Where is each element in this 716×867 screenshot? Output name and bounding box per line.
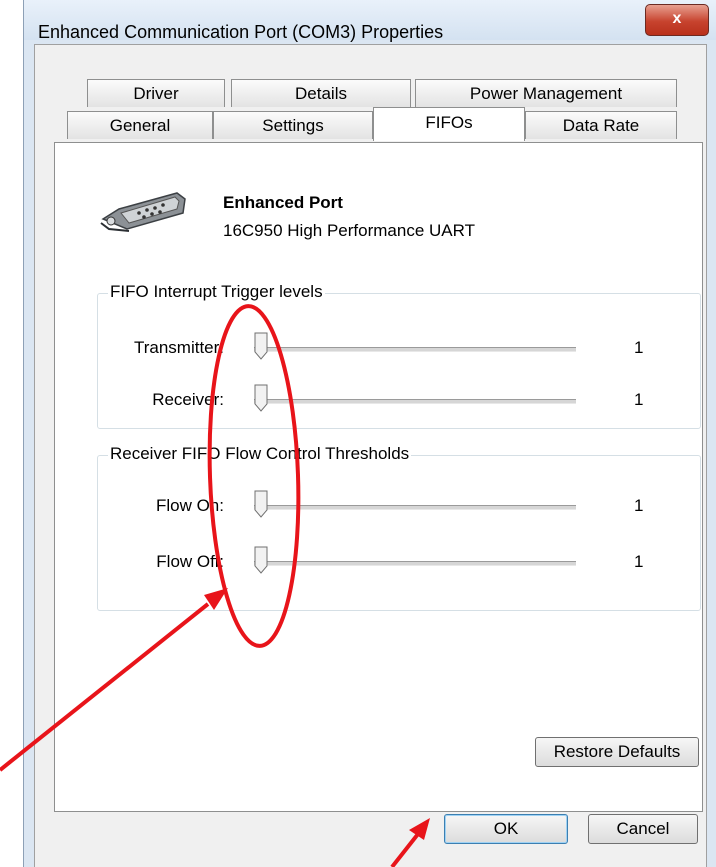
port-name: Enhanced Port [223, 193, 343, 212]
serial-port-icon [100, 192, 186, 232]
flow-on-value: 1 [634, 496, 644, 515]
flow-on-label: Flow On: [155, 496, 224, 515]
fifo-trigger-levels-group: FIFO Interrupt Trigger levels Transmitte… [97, 282, 702, 429]
receiver-row: Receiver: 1 [98, 380, 702, 420]
window-title: Enhanced Communication Port (COM3) Prope… [38, 22, 444, 42]
tab-fifos[interactable]: FIFOs [373, 107, 525, 141]
flow-off-value: 1 [634, 552, 644, 571]
flow-off-row: Flow Off: 1 [98, 542, 702, 582]
fifos-tab-panel: Enhanced Port 16C950 High Performance UA… [54, 142, 703, 812]
tab-details[interactable]: Details [231, 79, 411, 107]
ok-button[interactable]: OK [444, 814, 568, 844]
tab-settings[interactable]: Settings [213, 111, 373, 139]
cancel-button[interactable]: Cancel [588, 814, 698, 844]
transmitter-value: 1 [634, 338, 644, 357]
receiver-value: 1 [634, 390, 644, 409]
title-bar[interactable]: Enhanced Communication Port (COM3) Prope… [24, 0, 716, 42]
receiver-track[interactable] [254, 399, 576, 404]
group-title: FIFO Interrupt Trigger levels [108, 282, 325, 302]
flow-on-slider-thumb[interactable] [254, 490, 268, 518]
receiver-label: Receiver: [152, 390, 224, 409]
transmitter-label: Transmitter: [133, 338, 224, 357]
properties-dialog: Enhanced Communication Port (COM3) Prope… [23, 0, 716, 867]
flow-on-track[interactable] [254, 505, 576, 510]
transmitter-track[interactable] [254, 347, 576, 352]
restore-defaults-button[interactable]: Restore Defaults [535, 737, 699, 767]
tab-driver[interactable]: Driver [87, 79, 225, 107]
flow-on-row: Flow On: 1 [98, 486, 702, 526]
flow-off-track[interactable] [254, 561, 576, 566]
tab-general[interactable]: General [67, 111, 213, 139]
close-button[interactable]: x [645, 4, 709, 36]
transmitter-slider-thumb[interactable] [254, 332, 268, 360]
receiver-slider-thumb[interactable] [254, 384, 268, 412]
group-title: Receiver FIFO Flow Control Thresholds [108, 444, 412, 464]
transmitter-row: Transmitter: 1 [98, 328, 702, 368]
flow-off-label: Flow Off: [156, 552, 224, 571]
port-description: 16C950 High Performance UART [223, 221, 475, 240]
flow-off-slider-thumb[interactable] [254, 546, 268, 574]
tab-power-management[interactable]: Power Management [415, 79, 677, 107]
tab-data-rate[interactable]: Data Rate [525, 111, 677, 139]
flow-control-thresholds-group: Receiver FIFO Flow Control Thresholds Fl… [97, 444, 702, 611]
